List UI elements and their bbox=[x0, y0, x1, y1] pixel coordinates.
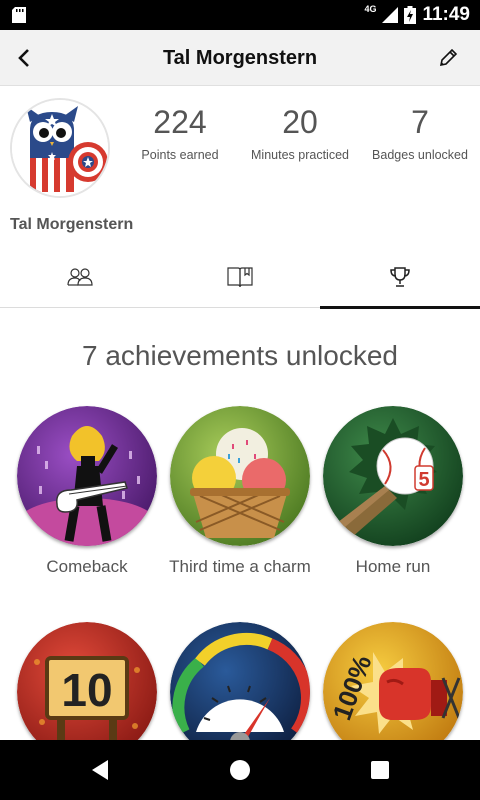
people-icon bbox=[67, 268, 93, 286]
network-type: 4G bbox=[364, 4, 377, 14]
tab-friends[interactable] bbox=[0, 246, 160, 308]
book-icon bbox=[227, 267, 253, 288]
profile-name: Tal Morgenstern bbox=[10, 216, 134, 233]
stat-label: Minutes practiced bbox=[251, 148, 349, 162]
home-circle-icon bbox=[230, 760, 250, 780]
stat-value: 224 bbox=[153, 104, 207, 140]
trophy-icon bbox=[390, 267, 410, 287]
status-bar: 4G 11:49 bbox=[0, 0, 480, 30]
clock: 11:49 bbox=[422, 4, 470, 25]
signal-icon bbox=[382, 7, 399, 23]
sd-card-icon bbox=[12, 7, 26, 23]
pencil-icon bbox=[439, 48, 458, 67]
battery-icon bbox=[404, 6, 417, 24]
recents-square-icon bbox=[371, 761, 389, 779]
nav-recents-button[interactable] bbox=[360, 750, 400, 790]
ice-cream-basket-badge-icon bbox=[170, 406, 310, 546]
avatar[interactable] bbox=[10, 98, 110, 198]
baseball-badge-icon: 5 bbox=[323, 406, 463, 546]
page-title: Tal Morgenstern bbox=[162, 47, 318, 69]
back-button[interactable] bbox=[4, 38, 44, 78]
system-nav-bar bbox=[0, 740, 480, 800]
stat-value: 7 bbox=[411, 104, 429, 140]
stat-minutes-practiced: 20 Minutes practiced bbox=[240, 104, 360, 162]
stat-label: Points earned bbox=[141, 148, 219, 162]
tab-lessons[interactable] bbox=[160, 246, 320, 308]
chevron-left-icon bbox=[18, 49, 29, 67]
profile-tabs bbox=[0, 246, 480, 309]
nav-back-button[interactable] bbox=[80, 750, 120, 790]
badge-label: Third time a charm bbox=[169, 557, 311, 576]
captain-owl-avatar-icon bbox=[12, 100, 108, 196]
edit-button[interactable] bbox=[428, 38, 468, 78]
stat-value: 20 bbox=[282, 104, 318, 140]
achievements-heading: 7 achievements unlocked bbox=[82, 340, 398, 371]
app-bar: Tal Morgenstern bbox=[0, 30, 480, 86]
comeback-badge-icon bbox=[17, 406, 157, 546]
tab-achievements[interactable] bbox=[320, 246, 480, 309]
svg-text:10: 10 bbox=[61, 664, 112, 716]
stat-points-earned: 224 Points earned bbox=[120, 104, 240, 162]
profile-header: 224 Points earned 20 Minutes practiced 7… bbox=[0, 86, 480, 246]
badge-label: Home run bbox=[355, 557, 431, 576]
stat-label: Badges unlocked bbox=[372, 148, 468, 162]
stat-badges-unlocked: 7 Badges unlocked bbox=[360, 104, 480, 162]
badge-label: Comeback bbox=[46, 557, 128, 576]
nav-home-button[interactable] bbox=[220, 750, 260, 790]
back-triangle-icon bbox=[92, 760, 108, 780]
svg-text:5: 5 bbox=[418, 469, 429, 491]
